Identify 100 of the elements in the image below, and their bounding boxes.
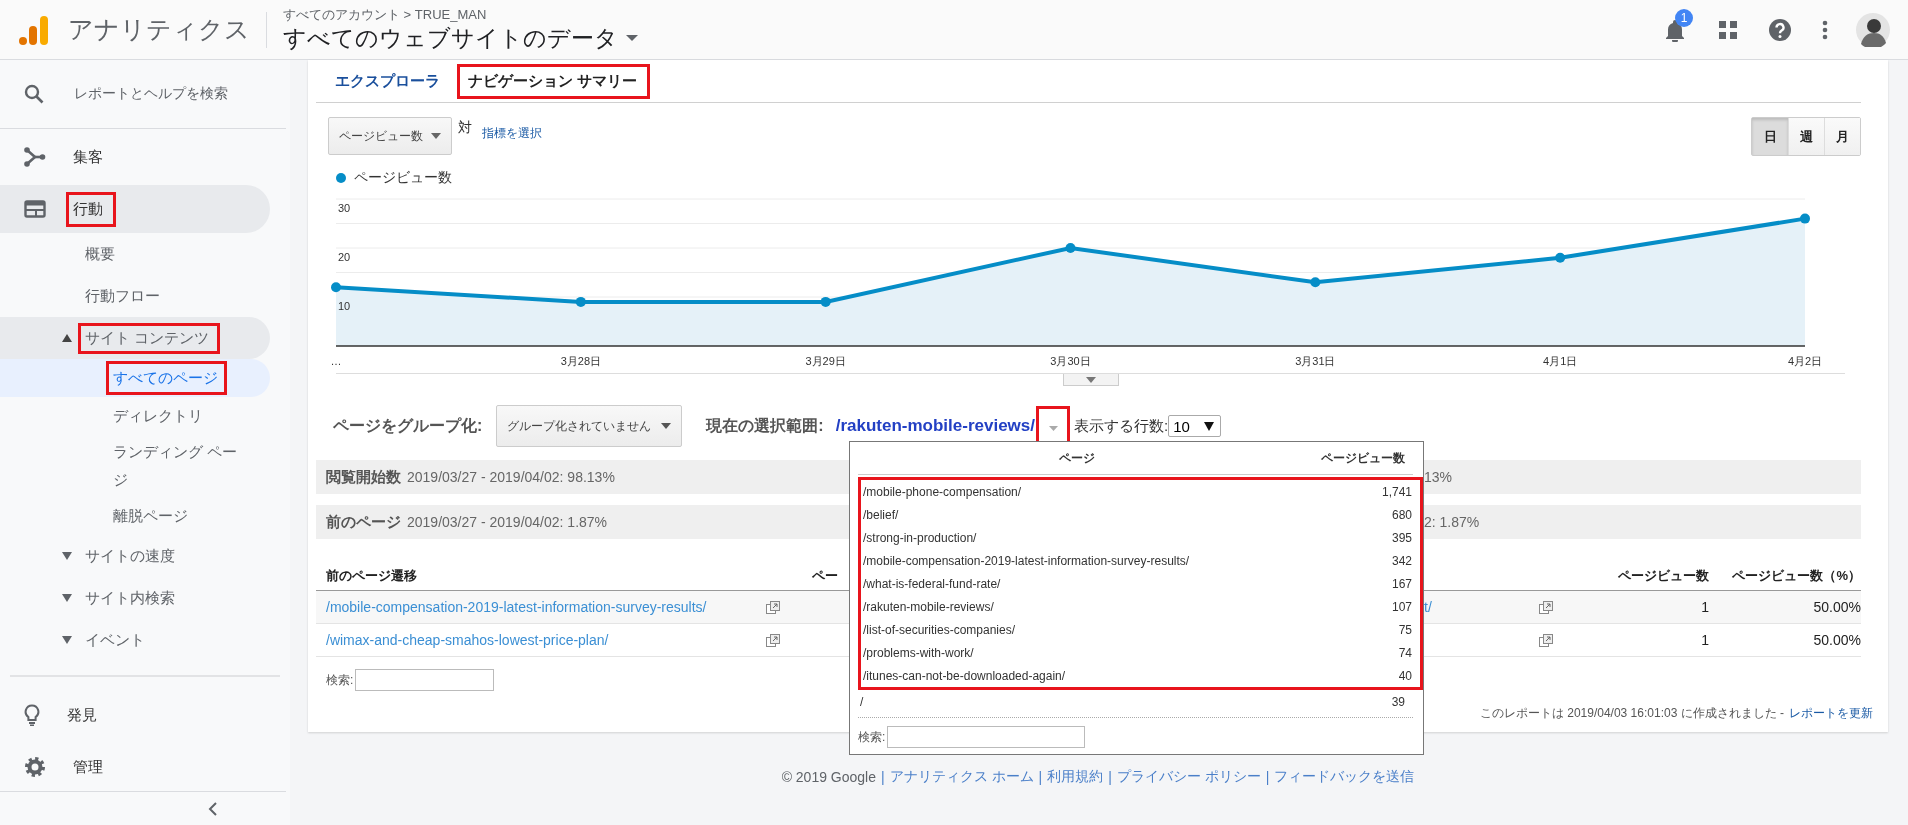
dropdown-row[interactable]: /itunes-can-not-be-downloaded-again/ 40 [861, 664, 1420, 687]
dropdown-row[interactable]: /problems-with-work/ 74 [861, 641, 1420, 664]
summary-value: 2019/03/27 - 2019/04/02: 98.13% [407, 469, 615, 485]
notification-badge: 1 [1675, 8, 1693, 27]
period-button[interactable]: 月 [1824, 118, 1860, 155]
caret-icon [1085, 376, 1096, 383]
sidebar-item[interactable]: イベント [0, 619, 270, 661]
report-tab[interactable]: エクスプローラ [324, 63, 453, 99]
summary-value: 2019/03/27 - 2019/04/02: 1.87% [407, 514, 608, 530]
choose-metric-link[interactable]: 指標を選択 [482, 125, 542, 142]
data-point [1555, 252, 1566, 263]
sidebar-item[interactable]: 集客 [0, 133, 270, 181]
data-point [331, 282, 341, 293]
search-field[interactable] [887, 726, 1086, 748]
caret-icon [661, 423, 672, 429]
sidebar-item[interactable]: すべてのページ [0, 359, 270, 397]
analytics-logo-icon [18, 13, 50, 46]
separator: | [1265, 769, 1270, 785]
page-link[interactable]: /wimax-and-cheap-smahos-lowest-price-plan/ [326, 632, 609, 648]
data-point [1800, 213, 1810, 224]
search-label: 検索: [326, 671, 354, 689]
dropdown-row[interactable]: /mobile-compensation-2019-latest-information-survey-results/ 342 [861, 549, 1420, 572]
data-point [575, 296, 586, 307]
copyright-text: © 2019 Google [781, 769, 876, 785]
x-tick-label: 3月31日 [1295, 355, 1336, 367]
dropdown-row[interactable]: /rakuten-mobile-reviews/ 107 [861, 595, 1420, 618]
sidebar-item[interactable]: 概要 [0, 233, 270, 275]
data-point [1310, 277, 1321, 288]
x-tick-label: 3月29日 [805, 355, 846, 367]
search-field[interactable] [355, 669, 495, 691]
sidebar-item[interactable]: 管理 [0, 743, 270, 791]
footer-link[interactable]: 利用規約 [1047, 768, 1104, 786]
sidebar-item[interactable]: 行動 [0, 185, 270, 233]
x-tick-label: 4月1日 [1543, 355, 1578, 367]
table-cell: 1 [1701, 632, 1709, 648]
x-tick-label: 4月2日 [1787, 355, 1823, 367]
sidebar-item[interactable]: 行動フロー [0, 275, 270, 317]
popout-icon[interactable] [766, 600, 780, 614]
selection-label: 現在の選択範囲: [706, 415, 824, 436]
sidebar-item[interactable]: 発見 [0, 691, 270, 739]
period-button[interactable]: 日 [1752, 118, 1788, 155]
chevron-left-icon[interactable] [208, 801, 218, 816]
dropdown-row[interactable]: /mobile-phone-compensation/ 1,741 [861, 480, 1420, 503]
footer-link[interactable]: プライバシー ポリシー [1116, 768, 1261, 786]
summary-label: 前のページ [326, 512, 401, 532]
data-point [820, 296, 831, 307]
column-header: ページビュー数（%） [1732, 568, 1861, 583]
chart-collapse-handle[interactable] [1062, 374, 1119, 386]
summary-value: 13% [1424, 469, 1454, 485]
rows-dropdown[interactable]: 10 [1168, 415, 1221, 437]
column-header: ペー [812, 568, 838, 583]
data-point [1065, 243, 1076, 253]
dropdown-row[interactable]: /what-is-federal-fund-rate/ 167 [861, 572, 1420, 595]
avatar-icon[interactable] [1856, 12, 1890, 47]
more-icon[interactable] [1822, 19, 1828, 40]
refresh-link[interactable]: レポートを更新 [1789, 705, 1873, 722]
table-cell: 50.00% [1813, 599, 1861, 615]
y-tick-label: 20 [338, 251, 351, 263]
popout-icon[interactable] [1539, 600, 1553, 614]
window-icon [24, 200, 46, 218]
summary-value: 2: 1.87% [1424, 514, 1481, 530]
x-tick-label: 3月30日 [1050, 355, 1091, 367]
separator: | [1038, 769, 1043, 785]
sidebar-item[interactable]: サイトの速度 [0, 535, 270, 577]
group-dropdown[interactable]: グループ化されていません [496, 405, 683, 447]
sidebar-item[interactable]: サイト コンテンツ [0, 317, 270, 359]
x-tick-label: … [330, 355, 342, 367]
caret-icon [1203, 421, 1214, 431]
sidebar-item[interactable]: ランディング ページ [0, 435, 270, 497]
rows-label: 表示する行数: [1074, 416, 1169, 436]
search-icon [24, 84, 44, 104]
caret-icon [1048, 426, 1058, 431]
popout-icon[interactable] [1539, 633, 1553, 647]
breadcrumb[interactable]: すべてのアカウント > TRUE_MAN [283, 6, 487, 23]
property-selector[interactable]: すべてのウェブサイトのデータ [283, 22, 638, 53]
versus-label: 対 [458, 119, 472, 137]
search-reports[interactable]: レポートとヘルプを検索 [0, 60, 290, 128]
x-tick-label: 3月28日 [560, 355, 601, 367]
sidebar-item[interactable]: ディレクトリ [0, 397, 270, 435]
selection-link[interactable]: /rakuten-mobile-reviews/ [835, 416, 1035, 436]
footer-link[interactable]: フィードバックを送信 [1274, 768, 1415, 786]
period-button[interactable]: 週 [1788, 118, 1824, 155]
sidebar-item[interactable]: 離脱ページ [0, 497, 270, 535]
dropdown-row[interactable]: /belief/ 680 [861, 503, 1420, 526]
popout-icon[interactable] [766, 633, 780, 647]
report-tab[interactable]: ナビゲーション サマリー [457, 63, 651, 99]
sidebar-item[interactable]: サイト内検索 [0, 577, 270, 619]
table-cell: 50.00% [1813, 632, 1861, 648]
caret-icon [431, 133, 441, 139]
branch-icon [24, 147, 46, 167]
dropdown-row[interactable]: / 39 [858, 690, 1413, 713]
metric-dropdown[interactable]: ページビュー数 [328, 117, 452, 155]
dropdown-row[interactable]: /list-of-securities-companies/ 75 [861, 618, 1420, 641]
footer-link[interactable]: アナリティクス ホーム [889, 768, 1034, 786]
help-icon[interactable] [1768, 17, 1792, 42]
apps-icon[interactable] [1718, 19, 1738, 40]
dropdown-row[interactable]: /strong-in-production/ 395 [861, 526, 1420, 549]
separator: | [881, 769, 885, 785]
report-note: このレポートは 2019/04/03 16:01:03 に作成されました - [1479, 705, 1784, 722]
caret-icon [626, 33, 638, 42]
